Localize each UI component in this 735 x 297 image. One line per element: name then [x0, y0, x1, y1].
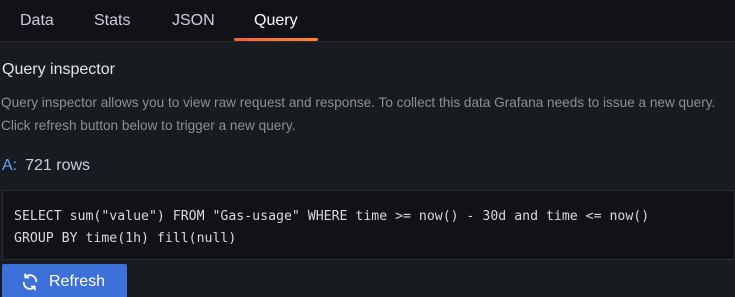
query-line-1: SELECT sum("value") FROM "Gas-usage" WHE…: [14, 209, 650, 224]
tab-query[interactable]: Query: [254, 0, 298, 42]
query-line-2: GROUP BY time(1h) fill(null): [14, 231, 237, 246]
query-ref-id: A:: [2, 157, 18, 174]
tab-data[interactable]: Data: [20, 0, 54, 42]
tab-stats[interactable]: Stats: [94, 0, 130, 42]
query-result-summary: A: 721 rows: [2, 157, 90, 175]
inspector-title: Query inspector: [2, 61, 115, 78]
query-inspector-window: Data Stats JSON Query Query inspector Qu…: [0, 0, 735, 297]
refresh-button[interactable]: Refresh: [2, 264, 127, 297]
refresh-button-label: Refresh: [49, 273, 106, 290]
query-text-box[interactable]: SELECT sum("value") FROM "Gas-usage" WHE…: [2, 190, 735, 260]
row-count: 721 rows: [25, 157, 91, 174]
tab-json[interactable]: JSON: [172, 0, 215, 42]
query-panel: Query inspector Query inspector allows y…: [0, 42, 735, 297]
active-tab-indicator: [234, 38, 318, 41]
inspector-tabs: Data Stats JSON Query: [0, 0, 735, 42]
sync-icon: [22, 273, 38, 291]
inspector-description: Query inspector allows you to view raw r…: [1, 95, 716, 133]
